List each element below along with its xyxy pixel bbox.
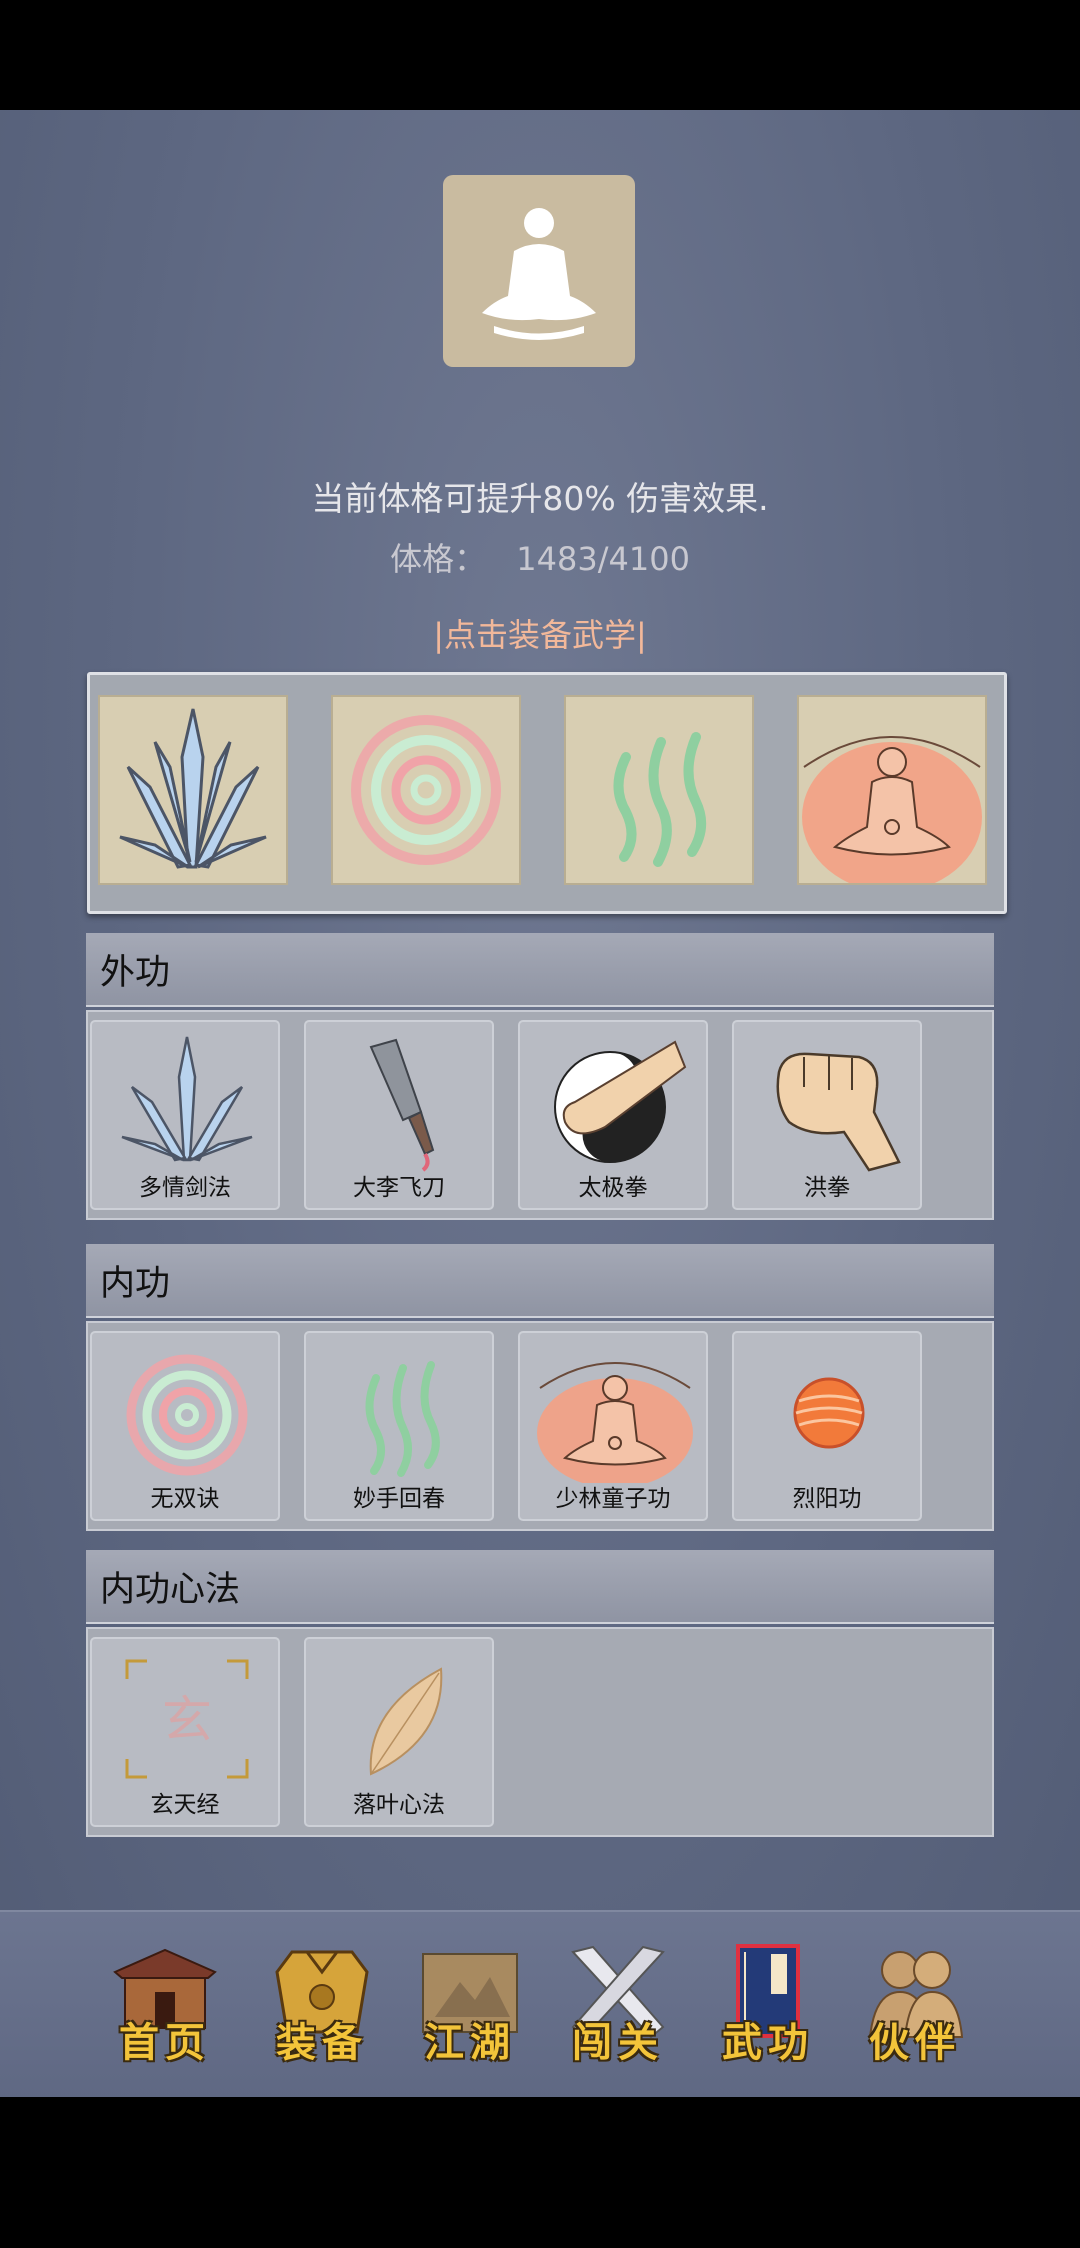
equipped-skills-panel [87,672,1007,914]
skill-name: 妙手回春 [353,1486,445,1512]
fire-orb-icon [793,1377,865,1449]
skill-card[interactable]: 多情剑法 [90,1020,280,1210]
skill-card[interactable]: 太极拳 [518,1020,708,1210]
green-wave-icon [613,732,707,867]
constitution-value: 1483/4100 [516,540,690,578]
bottom-nav: 首页 装备 江湖 闯关 武功 伙伴 [0,1910,1080,2097]
skill-card[interactable]: 大李飞刀 [304,1020,494,1210]
nav-companions-label: 伙伴 [869,2019,961,2066]
meditating-figure-avatar [443,175,635,367]
meditation-aura-icon [537,1362,693,1483]
nav-companions[interactable]: 伙伴 [850,1942,980,2072]
nav-challenge[interactable]: 闯关 [553,1942,683,2072]
crystal-blade-icon [119,708,267,869]
nav-equipment-label: 装备 [276,2019,368,2066]
equipped-slot-3[interactable] [564,695,754,885]
nav-jianghu[interactable]: 江湖 [405,1942,535,2072]
green-wave-icon [365,1361,440,1477]
fist-icon [776,1052,901,1172]
skill-card[interactable]: 妙手回春 [304,1331,494,1521]
skill-card[interactable]: 落叶心法 [304,1637,494,1827]
skill-name: 太极拳 [578,1175,648,1201]
skill-card[interactable]: 玄 玄天经 [90,1637,280,1827]
martial-arts-screen: 当前体格可提升80% 伤害效果. 体格： 1483/4100 |点击装备武学| [0,110,1080,2097]
cleaver-icon [369,1038,435,1172]
meditation-icon [482,208,596,340]
skill-card[interactable]: 烈阳功 [732,1331,922,1521]
crystal-blade-icon [121,1036,253,1162]
skill-name: 大李飞刀 [353,1175,445,1201]
meditation-aura-icon [802,736,982,892]
equip-skill-link[interactable]: |点击装备武学| [0,610,1080,656]
section-body-mind-method: 玄 玄天经 落叶心法 [86,1627,994,1837]
xuan-glyph: 玄 [162,1691,212,1749]
skill-card[interactable]: 洪拳 [732,1020,922,1210]
nav-challenge-label: 闯关 [572,2019,664,2066]
nav-martial-arts-label: 武功 [722,2019,814,2066]
skill-name: 玄天经 [150,1792,220,1818]
skill-name: 洪拳 [804,1175,850,1201]
equipped-slot-1[interactable] [98,695,288,885]
section-header-external: 外功 [86,933,994,1007]
spiral-icon [351,715,501,865]
skill-name: 无双诀 [150,1486,220,1512]
constitution-stat: 体格： 1483/4100 [0,534,1080,580]
section-body-external: 多情剑法 大李飞刀 太极拳 洪拳 [86,1010,994,1220]
section-header-internal: 内功 [86,1244,994,1318]
section-header-mind-method: 内功心法 [86,1550,994,1624]
skill-name: 烈阳功 [792,1486,862,1512]
nav-equipment[interactable]: 装备 [257,1942,387,2072]
equipped-slot-2[interactable] [331,695,521,885]
skill-name: 多情剑法 [139,1175,231,1201]
constitution-label: 体格： [390,540,487,578]
nav-home-label: 首页 [119,2019,211,2066]
nav-jianghu-label: 江湖 [424,2019,516,2066]
spiral-icon [126,1354,248,1476]
taiji-fist-icon [554,1040,687,1163]
constitution-description: 当前体格可提升80% 伤害效果. [311,479,769,518]
equipped-slot-4[interactable] [797,695,987,892]
skill-name: 落叶心法 [353,1792,445,1818]
nav-martial-arts[interactable]: 武功 [703,1942,833,2072]
section-body-internal: 无双诀 妙手回春 少林童子功 烈阳功 [86,1321,994,1531]
leaf-icon [369,1667,443,1776]
skill-card[interactable]: 少林童子功 [518,1331,708,1521]
xuan-scroll-icon: 玄 [125,1659,249,1779]
skill-name: 少林童子功 [555,1486,671,1512]
skill-card[interactable]: 无双诀 [90,1331,280,1521]
nav-home[interactable]: 首页 [100,1942,230,2072]
